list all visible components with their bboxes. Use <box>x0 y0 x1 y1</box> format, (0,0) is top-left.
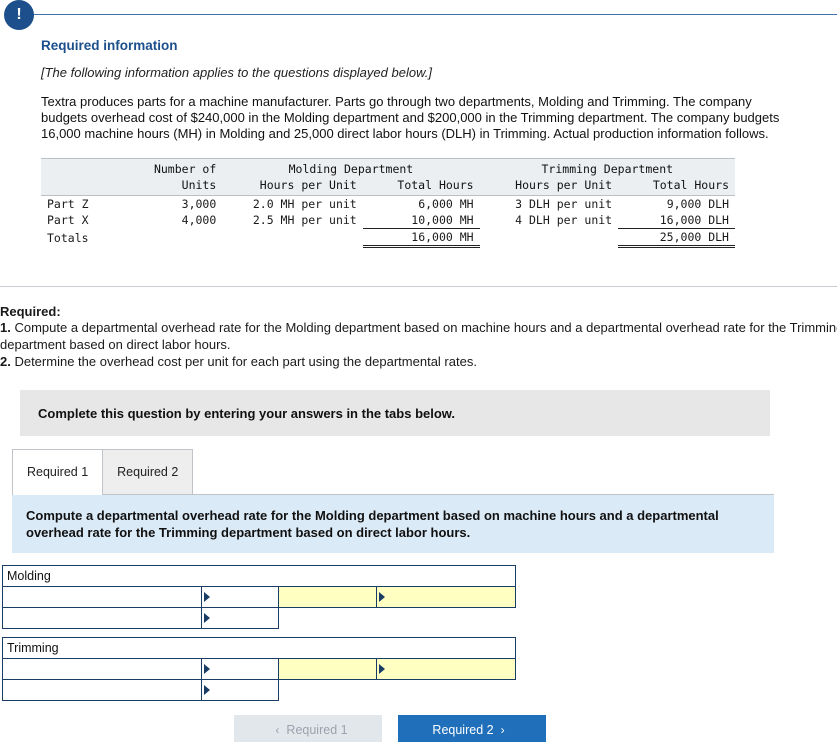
prev-required-1-button[interactable]: ‹ Required 1 <box>234 715 382 742</box>
row-units: 4,000 <box>135 212 223 229</box>
question-text: Compute a departmental overhead rate for… <box>26 508 719 540</box>
trimming-section-row: Trimming <box>2 637 516 659</box>
row-molding-per-unit: 2.5 MH per unit <box>222 212 363 229</box>
required-item-1-text: Compute a departmental overhead rate for… <box>0 320 837 352</box>
units-header-line2: Units <box>135 177 223 196</box>
required-item-2: 2. Determine the overhead cost per unit … <box>0 353 837 370</box>
required-item-2-number: 2. <box>0 354 11 369</box>
chevron-right-icon <box>379 664 386 674</box>
table-sub-header-row: Units Hours per Unit Total Hours Hours p… <box>41 177 735 196</box>
trimming-denominator-input[interactable] <box>2 679 202 701</box>
question-panel: Compute a departmental overhead rate for… <box>12 495 774 553</box>
trimming-input-row-2 <box>2 679 516 701</box>
section-divider <box>0 286 837 287</box>
table-row: Part Z 3,000 2.0 MH per unit 6,000 MH 3 … <box>41 195 735 212</box>
sub-header-molding-total-hours: Total Hours <box>362 177 480 196</box>
row-units <box>135 228 223 247</box>
trimming-spacer-1 <box>278 679 377 701</box>
page-title: Required information <box>41 38 178 53</box>
molding-input-row-2 <box>2 607 516 629</box>
group-header-trimming: Trimming Department <box>479 158 735 177</box>
required-item-1-number: 1. <box>0 320 11 335</box>
row-trimming-per-unit <box>479 228 619 247</box>
group-header-blank <box>41 158 136 177</box>
units-header-line1: Number of <box>135 158 223 177</box>
row-trimming-total: 9,000 DLH <box>618 195 735 212</box>
sub-header-blank <box>41 177 136 196</box>
row-trimming-total: 25,000 DLH <box>618 228 735 248</box>
tab-required-1[interactable]: Required 1 <box>12 449 104 495</box>
row-units: 3,000 <box>135 195 223 212</box>
group-header-molding: Molding Department <box>222 158 480 177</box>
chevron-left-icon: ‹ <box>275 723 280 737</box>
production-data-table: Number of Molding Department Trimming De… <box>41 158 735 248</box>
trimming-input-row-1 <box>2 658 516 680</box>
row-molding-total: 16,000 MH <box>362 228 480 248</box>
molding-input-row-1 <box>2 586 516 608</box>
molding-operator-cell-1 <box>200 586 280 608</box>
trimming-section-label: Trimming <box>2 637 516 659</box>
tab-required-1-label: Required 1 <box>27 465 89 479</box>
chevron-right-icon <box>203 613 210 623</box>
molding-numerator-input[interactable] <box>2 586 202 608</box>
prev-button-label: Required 1 <box>286 723 348 737</box>
instruction-text: Complete this question by entering your … <box>38 405 456 421</box>
chevron-right-icon <box>203 685 210 695</box>
molding-rate-input[interactable] <box>278 586 378 608</box>
chevron-right-icon: › <box>500 723 505 737</box>
alert-icon: ! <box>4 0 34 30</box>
molding-spacer-2 <box>376 607 516 629</box>
trimming-rate-unit-cell <box>376 658 516 680</box>
tab-required-2[interactable]: Required 2 <box>102 449 194 494</box>
page-root: ! Required information [The following in… <box>0 0 837 742</box>
sub-header-molding-hours-per-unit: Hours per Unit <box>222 177 363 196</box>
row-trimming-per-unit: 3 DLH per unit <box>479 195 619 212</box>
answer-grid: Molding Trimming <box>2 565 516 701</box>
trimming-numerator-input[interactable] <box>2 658 202 680</box>
molding-answer-table: Molding <box>2 565 516 629</box>
row-molding-per-unit: 2.0 MH per unit <box>222 195 363 212</box>
row-molding-total: 10,000 MH <box>362 212 480 229</box>
scenario-paragraph: Textra produces parts for a machine manu… <box>41 94 780 141</box>
required-section: Required: 1. Compute a departmental over… <box>0 304 837 370</box>
required-label: Required: <box>0 304 61 319</box>
row-trimming-total: 16,000 DLH <box>618 212 735 229</box>
required-item-2-text: Determine the overhead cost per unit for… <box>10 354 477 369</box>
table-group-header-row: Number of Molding Department Trimming De… <box>41 158 735 177</box>
chevron-right-icon <box>379 592 386 602</box>
sub-header-trimming-total-hours: Total Hours <box>618 177 735 196</box>
table-row-totals: Totals 16,000 MH 25,000 DLH <box>41 228 735 248</box>
molding-rate-unit-cell <box>376 586 516 608</box>
navigation-row: ‹ Required 1 Required 2 › <box>0 715 560 742</box>
tab-bar: Required 1 Required 2 <box>12 449 774 495</box>
applies-note: [The following information applies to th… <box>41 65 432 80</box>
molding-denominator-input[interactable] <box>2 607 202 629</box>
molding-operator-cell-2 <box>200 607 280 629</box>
molding-section-label: Molding <box>2 565 516 587</box>
next-button-label: Required 2 <box>432 723 494 737</box>
top-divider <box>20 14 837 15</box>
molding-section-row: Molding <box>2 565 516 587</box>
row-label: Totals <box>41 228 136 247</box>
chevron-right-icon <box>203 664 210 674</box>
row-label: Part X <box>41 212 136 229</box>
tab-required-2-label: Required 2 <box>117 465 179 479</box>
next-required-2-button[interactable]: Required 2 › <box>398 715 546 742</box>
chevron-right-icon <box>203 592 210 602</box>
row-label: Part Z <box>41 195 136 212</box>
required-item-1: 1. Compute a departmental overhead rate … <box>0 319 837 353</box>
trimming-operator-cell-1 <box>200 658 280 680</box>
trimming-answer-table: Trimming <box>2 637 516 701</box>
row-trimming-per-unit: 4 DLH per unit <box>479 212 619 229</box>
molding-spacer-1 <box>278 607 377 629</box>
trimming-rate-input[interactable] <box>278 658 378 680</box>
trimming-operator-cell-2 <box>200 679 280 701</box>
sub-header-trimming-hours-per-unit: Hours per Unit <box>479 177 619 196</box>
row-molding-total: 6,000 MH <box>362 195 480 212</box>
table-row: Part X 4,000 2.5 MH per unit 10,000 MH 4… <box>41 212 735 229</box>
trimming-spacer-2 <box>376 679 516 701</box>
content-area: Required information [The following info… <box>0 30 837 248</box>
instruction-bar: Complete this question by entering your … <box>20 390 770 436</box>
row-molding-per-unit <box>222 228 363 247</box>
